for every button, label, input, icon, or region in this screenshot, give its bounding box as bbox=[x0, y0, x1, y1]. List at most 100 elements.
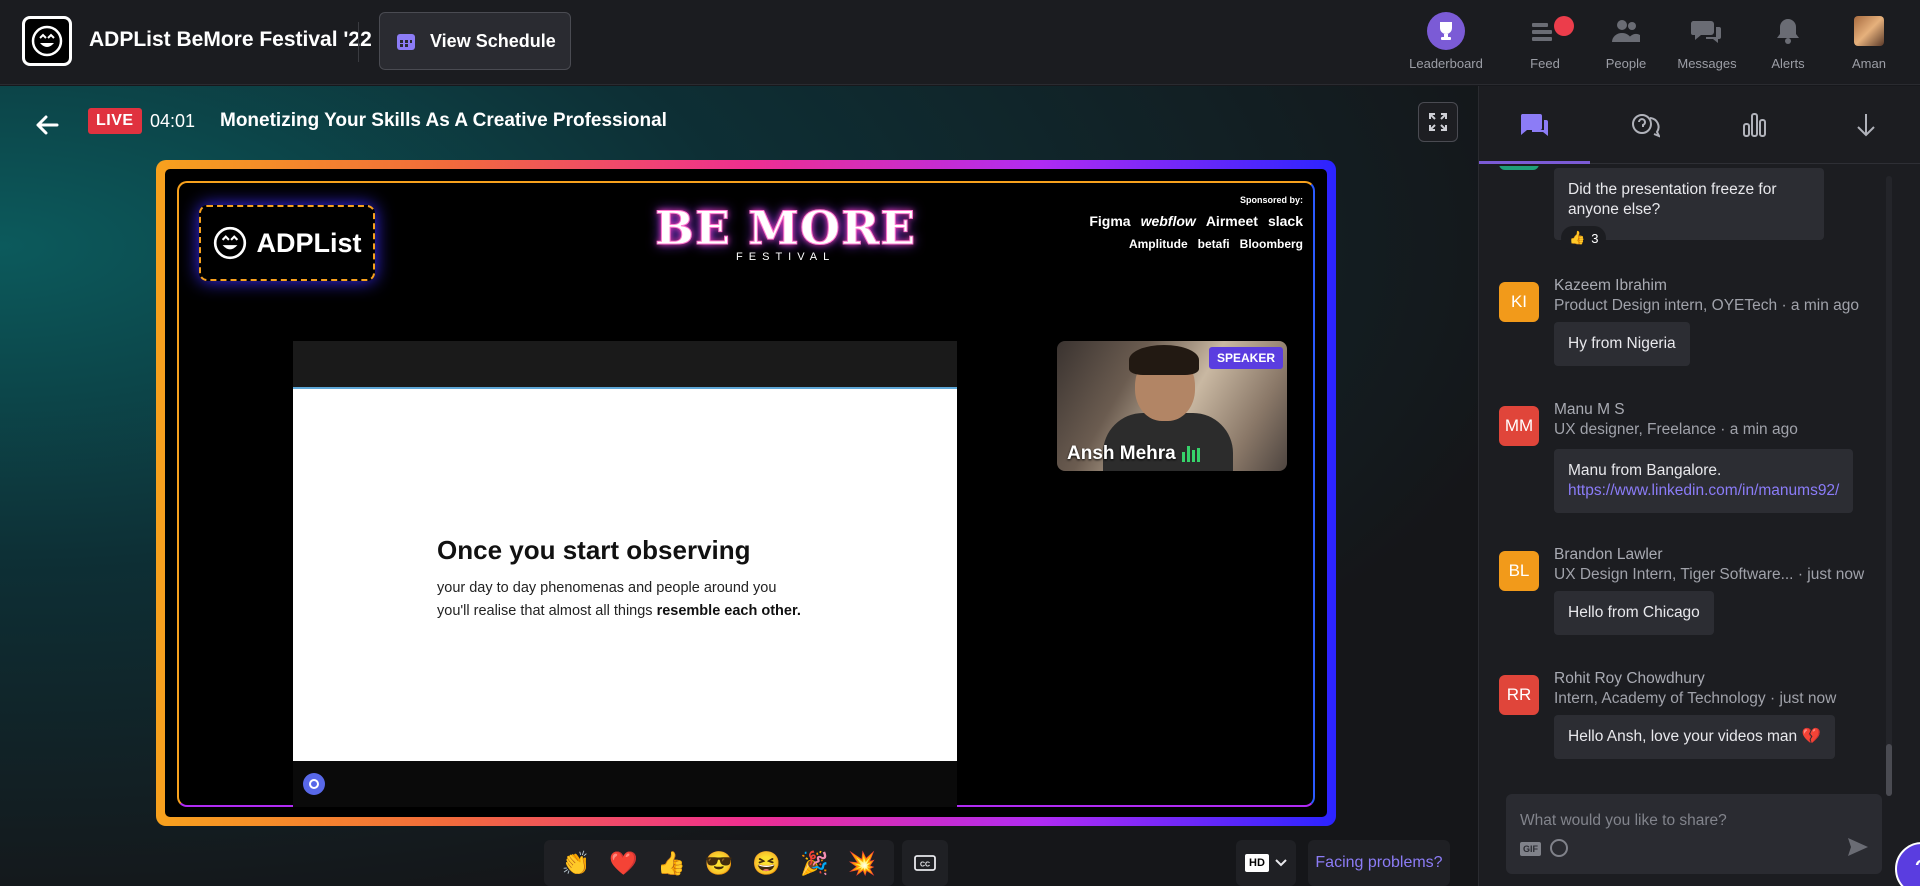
bemore-title: BE MORE bbox=[654, 201, 917, 256]
reaction-count: 3 bbox=[1591, 230, 1599, 246]
side-panel: Did the presentation freeze for anyone e… bbox=[1478, 86, 1920, 886]
reaction-heart-button[interactable]: ❤️ bbox=[609, 850, 638, 877]
nav-label: Leaderboard bbox=[1409, 56, 1483, 71]
notification-dot bbox=[1554, 16, 1574, 36]
chat-composer[interactable]: What would you like to share? GIF bbox=[1506, 794, 1882, 874]
sponsored-by-label: Sponsored by: bbox=[1239, 195, 1303, 205]
user-role: UX designer, Freelance bbox=[1554, 421, 1716, 438]
session-timer: 04:01 bbox=[150, 111, 196, 131]
avatar bbox=[1854, 16, 1884, 46]
sponsor-bloomberg: Bloomberg bbox=[1239, 237, 1303, 251]
message-meta: Brandon Lawler UX Design Intern, Tiger S… bbox=[1554, 545, 1864, 585]
reaction-thumbsup-button[interactable]: 👍 bbox=[657, 850, 686, 877]
fullscreen-button[interactable] bbox=[1418, 102, 1458, 142]
chat-icon bbox=[1521, 113, 1549, 136]
bell-icon bbox=[1775, 10, 1801, 52]
event-logo-icon[interactable] bbox=[22, 16, 72, 66]
screen-share: Once you start observing your day to day… bbox=[293, 341, 957, 807]
slide-body: your day to day phenomenas and people ar… bbox=[437, 577, 801, 623]
download-icon bbox=[1857, 113, 1875, 136]
chevron-down-icon bbox=[1275, 859, 1287, 867]
chat-scrollbar[interactable] bbox=[1886, 176, 1892, 796]
user-name[interactable]: Manu M S bbox=[1554, 400, 1798, 420]
adplist-logo: ADPList bbox=[199, 205, 375, 281]
adplist-smile-icon bbox=[214, 226, 247, 260]
trophy-icon bbox=[1427, 12, 1465, 50]
video-canvas: ADPList BE MORE FESTIVAL Sponsored by: F… bbox=[165, 169, 1327, 817]
send-icon[interactable] bbox=[1846, 836, 1870, 858]
user-avatar: RR bbox=[1499, 675, 1539, 715]
message-bubble: Hello from Chicago bbox=[1554, 591, 1714, 635]
message-meta: Rohit Roy Chowdhury Intern, Academy of T… bbox=[1554, 669, 1836, 709]
message-time: · just now bbox=[1770, 690, 1837, 707]
user-avatar: KI bbox=[1499, 282, 1539, 322]
messages-icon bbox=[1691, 10, 1723, 52]
sponsor-slack: slack bbox=[1267, 213, 1303, 229]
sponsor-webflow: webflow bbox=[1140, 213, 1196, 229]
tab-more[interactable] bbox=[1811, 86, 1920, 163]
user-name[interactable]: Rohit Roy Chowdhury bbox=[1554, 669, 1836, 689]
reaction-cool-button[interactable]: 😎 bbox=[705, 850, 734, 877]
nav-alerts[interactable]: Alerts bbox=[1743, 10, 1833, 71]
svg-text:CC: CC bbox=[920, 862, 930, 869]
nav-label: Aman bbox=[1852, 56, 1886, 71]
user-name[interactable]: Kazeem Ibrahim bbox=[1554, 276, 1859, 296]
chat-scroll-thumb[interactable] bbox=[1886, 744, 1892, 796]
reaction-laugh-button[interactable]: 😆 bbox=[752, 850, 781, 877]
reaction-party-button[interactable]: 🎉 bbox=[800, 850, 829, 877]
back-button[interactable] bbox=[27, 105, 67, 145]
nav-label: People bbox=[1605, 56, 1647, 71]
message-bubble: Hy from Nigeria bbox=[1554, 322, 1690, 366]
message-time: · a min ago bbox=[1720, 421, 1798, 438]
slide-emphasis: resemble each other. bbox=[656, 603, 801, 619]
poll-icon bbox=[1743, 112, 1767, 137]
quality-selector[interactable]: HD bbox=[1236, 840, 1296, 886]
people-icon bbox=[1611, 10, 1641, 52]
nav-feed[interactable]: Feed bbox=[1500, 10, 1590, 71]
reaction-pill[interactable]: 👍 3 bbox=[1561, 226, 1607, 250]
reaction-wow-button[interactable]: 💥 bbox=[848, 850, 877, 877]
sponsors-row: Amplitude betafi Bloomberg bbox=[1089, 237, 1303, 251]
view-schedule-button[interactable]: View Schedule bbox=[379, 12, 571, 70]
reactions-bar: 👏 ❤️ 👍 😎 😆 🎉 💥 bbox=[544, 840, 894, 886]
user-role: UX Design Intern, Tiger Software... bbox=[1554, 566, 1794, 583]
emoji-icon[interactable] bbox=[1550, 839, 1568, 857]
user-role: Product Design intern, OYETech bbox=[1554, 297, 1778, 314]
speaker-name: Ansh Mehra bbox=[1067, 443, 1200, 465]
live-badge: LIVE bbox=[88, 108, 142, 134]
nav-label: Alerts bbox=[1771, 56, 1805, 71]
message-bubble: Manu from Bangalore. https://www.linkedi… bbox=[1554, 449, 1854, 513]
sponsor-betafi: betafi bbox=[1197, 237, 1230, 251]
captions-button[interactable]: CC bbox=[902, 840, 948, 886]
nav-messages[interactable]: Messages bbox=[1662, 10, 1752, 71]
user-name[interactable]: Brandon Lawler bbox=[1554, 545, 1864, 565]
share-toolbar bbox=[293, 761, 957, 807]
facing-problems-button[interactable]: Facing problems? bbox=[1308, 840, 1450, 886]
nav-profile[interactable]: Aman bbox=[1824, 10, 1914, 71]
message-meta: Manu M S UX designer, Freelance · a min … bbox=[1554, 400, 1798, 440]
qa-icon bbox=[1631, 113, 1660, 137]
audio-level-icon bbox=[1181, 446, 1200, 462]
reaction-clap-button[interactable]: 👏 bbox=[562, 850, 591, 877]
gif-button[interactable]: GIF bbox=[1520, 842, 1541, 856]
nav-leaderboard[interactable]: Leaderboard bbox=[1401, 10, 1491, 71]
stage-area: LIVE 04:01 Monetizing Your Skills As A C… bbox=[0, 86, 1478, 886]
speaker-hair bbox=[1129, 345, 1199, 375]
nav-people[interactable]: People bbox=[1581, 10, 1671, 71]
slide-line: your day to day phenomenas and people ar… bbox=[437, 580, 777, 596]
tab-polls[interactable] bbox=[1700, 86, 1811, 163]
tab-qa[interactable] bbox=[1590, 86, 1701, 163]
tab-chat[interactable] bbox=[1479, 86, 1590, 164]
settings-icon[interactable] bbox=[303, 773, 325, 795]
message-meta: Kazeem Ibrahim Product Design intern, OY… bbox=[1554, 276, 1859, 316]
video-frame: ADPList BE MORE FESTIVAL Sponsored by: F… bbox=[156, 160, 1336, 826]
sponsor-figma: Figma bbox=[1089, 213, 1131, 229]
speaker-video[interactable]: SPEAKER Ansh Mehra bbox=[1057, 341, 1287, 471]
speaker-badge: SPEAKER bbox=[1208, 347, 1283, 369]
panel-tabs bbox=[1479, 86, 1920, 164]
slide-title: Once you start observing bbox=[437, 535, 751, 565]
composer-placeholder[interactable]: What would you like to share? bbox=[1520, 812, 1727, 830]
message-link[interactable]: https://www.linkedin.com/in/manums92/ bbox=[1568, 482, 1839, 499]
adplist-brand: ADPList bbox=[256, 227, 362, 258]
nav-label: Messages bbox=[1677, 56, 1737, 71]
